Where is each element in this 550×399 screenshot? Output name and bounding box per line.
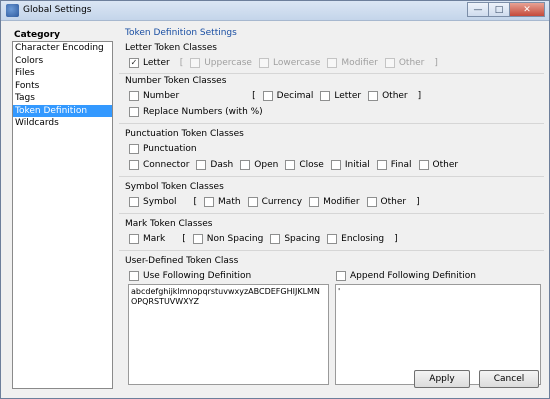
spacing-checkbox[interactable]: Spacing (270, 234, 320, 244)
maximize-icon[interactable]: □ (488, 2, 510, 17)
mark-group-title: Mark Token Classes (125, 219, 213, 229)
category-title: Category (14, 30, 61, 40)
close-icon[interactable]: ✕ (509, 2, 545, 17)
settings-panel: Token Definition Settings Letter Token C… (119, 28, 544, 389)
uppercase-checkbox[interactable]: Uppercase (190, 58, 252, 68)
category-panel: Category Character Encoding Colors Files… (12, 28, 113, 389)
punctuation-group-title: Punctuation Token Classes (125, 129, 244, 139)
letter-checkbox[interactable]: ✓ Letter (129, 58, 170, 68)
dash-checkbox[interactable]: Dash (196, 160, 233, 170)
letter-modifier-checkbox[interactable]: Modifier (327, 58, 378, 68)
category-item-tags[interactable]: Tags (13, 92, 112, 105)
open-bracket: [ (193, 197, 198, 207)
divider (119, 213, 544, 214)
symbol-modifier-checkbox[interactable]: Modifier (309, 197, 360, 207)
close-bracket: ] (416, 197, 420, 207)
mark-row: Mark [ Non Spacing Spacing Enclosing ] (129, 234, 405, 244)
category-item-wildcards[interactable]: Wildcards (13, 117, 112, 130)
symbol-group-title: Symbol Token Classes (125, 182, 224, 192)
nonspacing-checkbox[interactable]: Non Spacing (192, 234, 263, 244)
category-item-fonts[interactable]: Fonts (13, 80, 112, 93)
close-bracket: ] (417, 91, 422, 101)
letter-other-checkbox[interactable]: Other (384, 58, 424, 68)
number-letter-checkbox[interactable]: Letter (320, 91, 361, 101)
check-icon: ✓ (129, 58, 139, 68)
use-definition-textarea[interactable]: abcdefghijklmnopqrstuvwxyzABCDEFGHIJKLMN… (128, 284, 329, 385)
math-checkbox[interactable]: Math (204, 197, 241, 207)
close-bracket: ] (394, 234, 398, 244)
lowercase-checkbox[interactable]: Lowercase (258, 58, 320, 68)
divider (119, 176, 544, 177)
category-list[interactable]: Character Encoding Colors Files Fonts Ta… (12, 41, 113, 389)
divider (119, 250, 544, 251)
open-bracket: [ (252, 91, 256, 101)
open-bracket: [ (182, 234, 186, 244)
divider (119, 123, 544, 124)
open-bracket: [ (179, 58, 184, 68)
settings-window: Global Settings — □ ✕ Category Character… (0, 0, 550, 399)
initial-checkbox[interactable]: Initial (330, 160, 370, 170)
letter-row: ✓ Letter [ Uppercase Lowercase Modifier O… (129, 58, 445, 68)
section-title: Token Definition Settings (125, 28, 237, 38)
symbol-checkbox[interactable]: Symbol (129, 197, 177, 207)
title-bar[interactable]: Global Settings — □ ✕ (1, 1, 549, 21)
window-controls: — □ ✕ (467, 2, 545, 17)
currency-checkbox[interactable]: Currency (247, 197, 302, 207)
category-item-character-encoding[interactable]: Character Encoding (13, 42, 112, 55)
number-other-checkbox[interactable]: Other (368, 91, 408, 101)
number-checkbox[interactable]: Number (129, 91, 179, 101)
number-group-title: Number Token Classes (125, 76, 227, 86)
symbol-row: Symbol [ Math Currency Modifier Other ] (129, 197, 427, 207)
close-bracket: ] (434, 58, 438, 68)
replace-numbers-checkbox[interactable]: Replace Numbers (with %) (129, 107, 263, 117)
decimal-checkbox[interactable]: Decimal (262, 91, 313, 101)
category-item-token-definition[interactable]: Token Definition (13, 104, 112, 117)
userdef-group-title: User-Defined Token Class (125, 256, 239, 266)
connector-checkbox[interactable]: Connector (129, 160, 189, 170)
open-checkbox[interactable]: Open (240, 160, 278, 170)
replace-row: Replace Numbers (with %) (129, 107, 270, 117)
mark-checkbox[interactable]: Mark (129, 234, 165, 244)
category-item-colors[interactable]: Colors (13, 55, 112, 68)
use-definition-checkbox[interactable]: Use Following Definition (129, 271, 251, 281)
punctuation-checkbox[interactable]: Punctuation (129, 144, 197, 154)
category-item-files[interactable]: Files (13, 67, 112, 80)
close-checkbox[interactable]: Close (285, 160, 324, 170)
use-definition-row: Use Following Definition (129, 271, 258, 281)
append-definition-row: Append Following Definition (336, 271, 483, 281)
letter-group-title: Letter Token Classes (125, 43, 217, 53)
apply-button[interactable]: Apply (414, 370, 470, 388)
window-title: Global Settings (23, 5, 92, 15)
append-definition-checkbox[interactable]: Append Following Definition (336, 271, 476, 281)
punctuation-sub-row: Connector Dash Open Close Initial Final … (129, 160, 465, 170)
number-row: Number [ Decimal Letter Other ] (129, 91, 428, 101)
enclosing-checkbox[interactable]: Enclosing (327, 234, 384, 244)
punctuation-other-checkbox[interactable]: Other (418, 160, 458, 170)
final-checkbox[interactable]: Final (376, 160, 412, 170)
symbol-other-checkbox[interactable]: Other (366, 197, 406, 207)
minimize-icon[interactable]: — (467, 2, 489, 17)
app-icon (6, 4, 19, 17)
punctuation-row: Punctuation (129, 144, 204, 154)
divider (119, 73, 544, 74)
cancel-button[interactable]: Cancel (479, 370, 539, 388)
